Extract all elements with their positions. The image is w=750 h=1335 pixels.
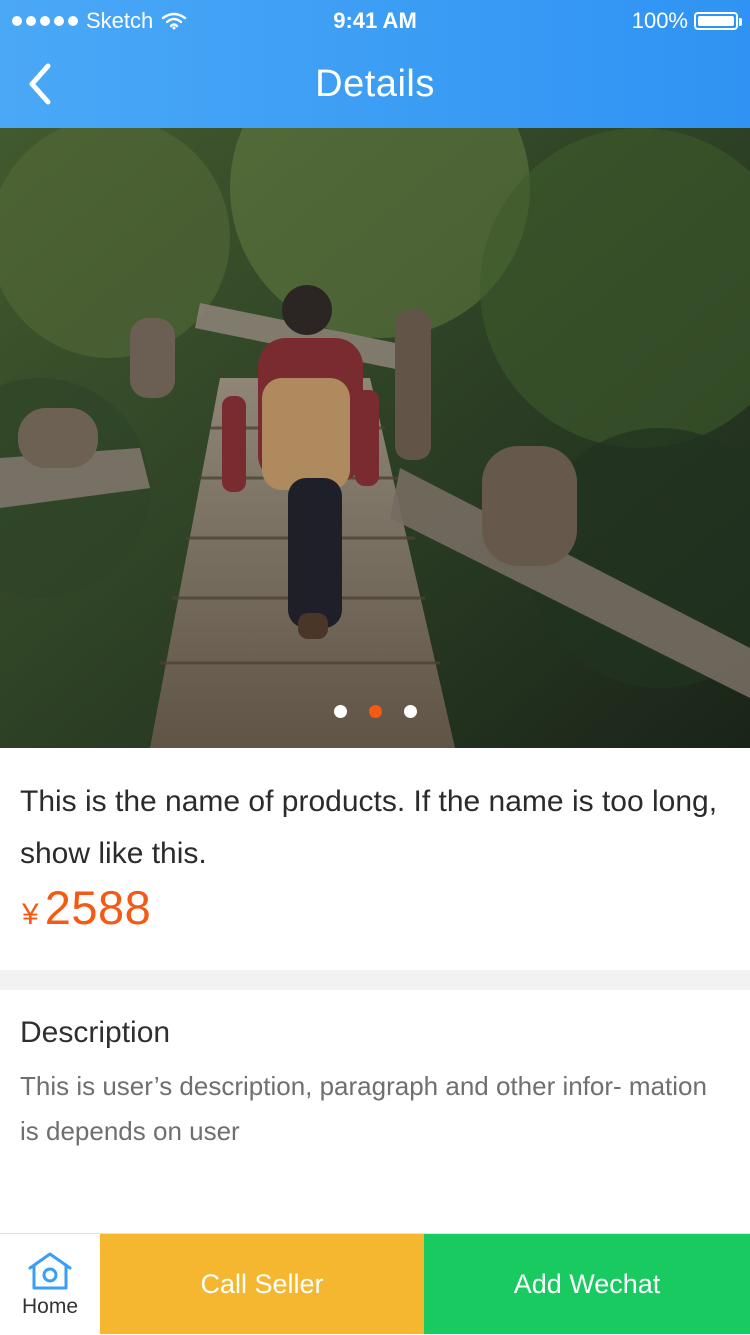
home-label: Home bbox=[21, 1294, 79, 1318]
status-bar: Sketch 9:41 AM 100% bbox=[0, 0, 750, 40]
home-icon bbox=[28, 1252, 72, 1289]
carrier-label: Sketch bbox=[86, 8, 154, 33]
page-title: Details bbox=[315, 62, 435, 105]
pager-dot-active[interactable] bbox=[368, 705, 382, 718]
description-text: This is user’s description, paragraph an… bbox=[20, 1071, 707, 1146]
back-button[interactable] bbox=[18, 62, 62, 106]
battery-fill bbox=[698, 16, 734, 26]
product-image-carousel[interactable] bbox=[0, 128, 750, 748]
product-price: ¥ 2588 bbox=[22, 880, 151, 935]
add-wechat-button[interactable]: Add Wechat bbox=[424, 1234, 750, 1334]
bottom-action-bar: Home Call Seller Add Wechat bbox=[0, 1233, 750, 1335]
nav-bar: Details bbox=[0, 40, 750, 128]
status-right: 100% bbox=[631, 8, 742, 34]
product-photo bbox=[0, 128, 750, 748]
price-value: 2588 bbox=[44, 881, 152, 934]
status-time: 9:41 AM bbox=[333, 8, 417, 33]
product-summary: This is the name of products. If the nam… bbox=[0, 748, 750, 970]
product-name: This is the name of products. If the nam… bbox=[20, 785, 718, 870]
price-currency: ¥ bbox=[22, 898, 39, 931]
description-title: Description bbox=[20, 1016, 171, 1049]
description-section: Description This is user’s description, … bbox=[0, 990, 750, 1233]
call-seller-button[interactable]: Call Seller bbox=[100, 1234, 424, 1334]
pager-dot[interactable] bbox=[403, 705, 417, 718]
signal-icon bbox=[12, 16, 78, 26]
chevron-left-icon bbox=[29, 63, 51, 105]
status-left: Sketch bbox=[12, 8, 187, 34]
pager-dot[interactable] bbox=[333, 705, 347, 718]
battery-percent: 100% bbox=[631, 8, 688, 33]
home-button[interactable]: Home bbox=[0, 1234, 100, 1334]
carousel-pager bbox=[0, 705, 750, 718]
wifi-icon bbox=[162, 12, 187, 30]
battery-icon bbox=[694, 12, 742, 30]
top-bar: Sketch 9:41 AM 100% Details bbox=[0, 0, 750, 128]
